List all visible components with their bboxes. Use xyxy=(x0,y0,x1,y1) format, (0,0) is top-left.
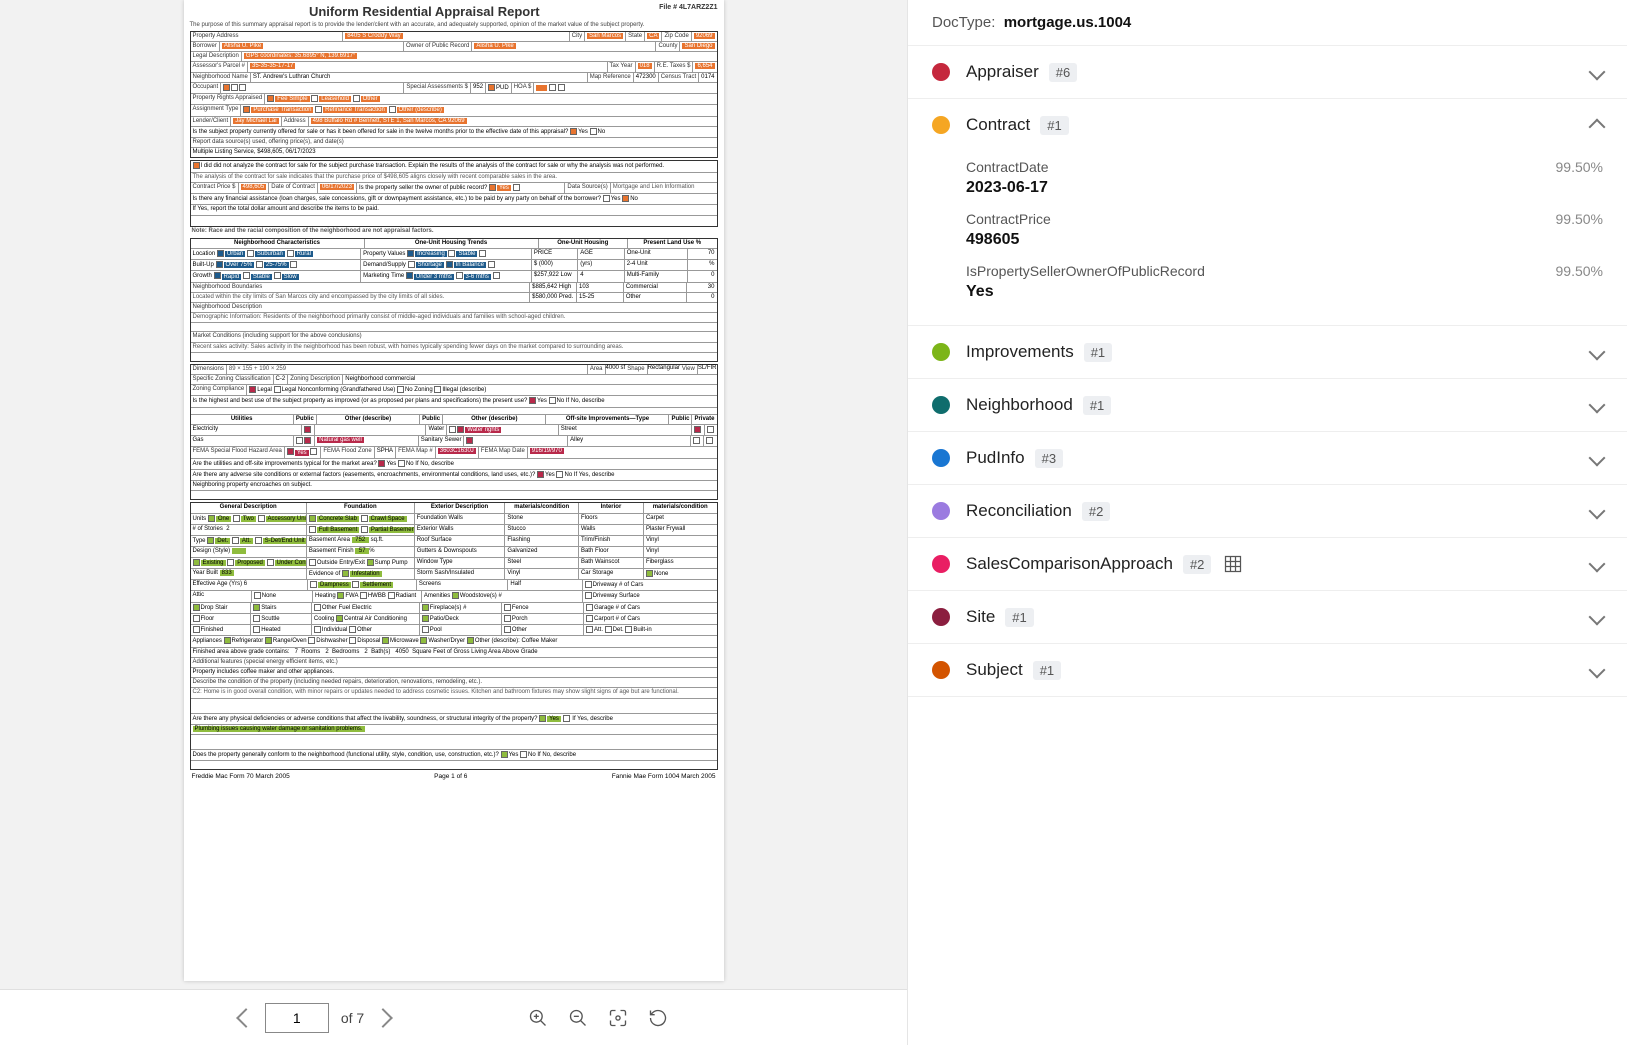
grid-icon[interactable] xyxy=(1223,554,1243,574)
field-label: ContractDate xyxy=(966,159,1048,175)
chevron-down-icon xyxy=(1589,609,1606,626)
document-scroll[interactable]: Uniform Residential Appraisal Report Fil… xyxy=(0,0,907,989)
category-count-badge: #1 xyxy=(1083,396,1111,415)
field-label: IsPropertySellerOwnerOfPublicRecord xyxy=(966,263,1205,279)
category-pudinfo: PudInfo #3 xyxy=(908,432,1627,485)
subject-section: Property Address 8405 S Croddy Way City … xyxy=(190,31,718,159)
category-dot-icon xyxy=(932,555,950,573)
field-value: Yes xyxy=(966,283,1603,301)
category-count-badge: #2 xyxy=(1183,555,1211,574)
zoom-out-icon[interactable] xyxy=(568,1008,588,1028)
field-value: 2023-06-17 xyxy=(966,179,1603,197)
neighborhood-section: Neighborhood Characteristics One-Unit Ho… xyxy=(190,238,718,362)
category-name: Neighborhood xyxy=(966,395,1073,415)
document-page: Uniform Residential Appraisal Report Fil… xyxy=(184,0,724,981)
category-count-badge: #1 xyxy=(1033,661,1061,680)
category-header[interactable]: Improvements #1 xyxy=(908,326,1627,378)
category-dot-icon xyxy=(932,63,950,81)
category-dot-icon xyxy=(932,661,950,679)
category-name: Contract xyxy=(966,115,1030,135)
footer-mid: Page 1 of 6 xyxy=(434,773,467,781)
fit-page-icon[interactable] xyxy=(608,1008,628,1028)
doctype-value: mortgage.us.1004 xyxy=(1004,14,1132,31)
field-row[interactable]: ContractDate 99.50% 2023-06-17 xyxy=(966,159,1603,197)
doctype-row: DocType: mortgage.us.1004 xyxy=(908,0,1627,46)
field-confidence: 99.50% xyxy=(1556,263,1603,279)
category-count-badge: #2 xyxy=(1082,502,1110,521)
chevron-down-icon xyxy=(1589,556,1606,573)
document-viewer: Uniform Residential Appraisal Report Fil… xyxy=(0,0,907,1045)
category-header[interactable]: SalesComparisonApproach #2 xyxy=(908,538,1627,590)
doc-title: Uniform Residential Appraisal Report xyxy=(309,4,540,19)
category-dot-icon xyxy=(932,502,950,520)
category-name: Appraiser xyxy=(966,62,1039,82)
page-number-input[interactable] xyxy=(265,1003,329,1033)
chevron-down-icon xyxy=(1589,662,1606,679)
category-dot-icon xyxy=(932,608,950,626)
category-name: Reconciliation xyxy=(966,501,1072,521)
rotate-icon[interactable] xyxy=(648,1008,668,1028)
category-dot-icon xyxy=(932,449,950,467)
category-dot-icon xyxy=(932,343,950,361)
doc-intro: The purpose of this summary appraisal re… xyxy=(190,22,718,29)
chevron-down-icon xyxy=(1589,397,1606,414)
category-name: SalesComparisonApproach xyxy=(966,554,1173,574)
field-row[interactable]: ContractPrice 99.50% 498605 xyxy=(966,211,1603,249)
category-header[interactable]: Subject #1 xyxy=(908,644,1627,696)
category-site: Site #1 xyxy=(908,591,1627,644)
footer-left: Freddie Mac Form 70 March 2005 xyxy=(192,773,290,781)
category-dot-icon xyxy=(932,396,950,414)
category-name: PudInfo xyxy=(966,448,1025,468)
chevron-down-icon xyxy=(1589,450,1606,467)
chevron-up-icon xyxy=(1589,119,1606,136)
footer-right: Fannie Mae Form 1004 March 2005 xyxy=(612,773,716,781)
category-header[interactable]: Reconciliation #2 xyxy=(908,485,1627,537)
zoom-in-icon[interactable] xyxy=(528,1008,548,1028)
category-improvements: Improvements #1 xyxy=(908,326,1627,379)
category-count-badge: #6 xyxy=(1049,63,1077,82)
category-dot-icon xyxy=(932,116,950,134)
chevron-down-icon xyxy=(1589,64,1606,81)
pager-toolbar: of 7 xyxy=(0,989,907,1045)
category-contract: Contract#1ContractDate99.50%2023-06-17Co… xyxy=(908,99,1627,326)
category-appraiser: Appraiser #6 xyxy=(908,46,1627,99)
prev-page-button[interactable] xyxy=(236,1008,256,1028)
category-neighborhood: Neighborhood #1 xyxy=(908,379,1627,432)
category-reconciliation: Reconciliation #2 xyxy=(908,485,1627,538)
chevron-down-icon xyxy=(1589,503,1606,520)
field-value: 498605 xyxy=(966,231,1603,249)
side-panel: DocType: mortgage.us.1004 Appraiser #6 Con… xyxy=(907,0,1627,1045)
category-name: Improvements xyxy=(966,342,1074,362)
category-name: Site xyxy=(966,607,995,627)
field-confidence: 99.50% xyxy=(1556,211,1603,227)
contract-section: I did did not analyze the contract for s… xyxy=(190,160,718,226)
category-header[interactable]: Site #1 xyxy=(908,591,1627,643)
category-count-badge: #1 xyxy=(1005,608,1033,627)
category-count-badge: #1 xyxy=(1084,343,1112,362)
category-header[interactable]: PudInfo #3 xyxy=(908,432,1627,484)
category-name: Subject xyxy=(966,660,1023,680)
category-count-badge: #3 xyxy=(1035,449,1063,468)
field-confidence: 99.50% xyxy=(1556,159,1603,175)
page-count-label: of 7 xyxy=(341,1010,364,1026)
category-count-badge: #1 xyxy=(1040,116,1068,135)
category-header[interactable]: Neighborhood #1 xyxy=(908,379,1627,431)
category-header[interactable]: Appraiser #6 xyxy=(908,46,1627,98)
category-salescomparisonapproach: SalesComparisonApproach #2 xyxy=(908,538,1627,591)
category-body: ContractDate 99.50% 2023-06-17 ContractPric… xyxy=(908,159,1627,325)
category-subject: Subject #1 xyxy=(908,644,1627,697)
category-header[interactable]: Contract #1 xyxy=(908,99,1627,151)
improvements-section: General Description Foundation Exterior … xyxy=(190,502,718,770)
chevron-down-icon xyxy=(1589,344,1606,361)
field-row[interactable]: IsPropertySellerOwnerOfPublicRecord 99.50… xyxy=(966,263,1603,301)
next-page-button[interactable] xyxy=(373,1008,393,1028)
field-label: ContractPrice xyxy=(966,211,1051,227)
site-section: Dimensions89 × 155 + 190 × 259 Area4000 … xyxy=(190,364,718,501)
